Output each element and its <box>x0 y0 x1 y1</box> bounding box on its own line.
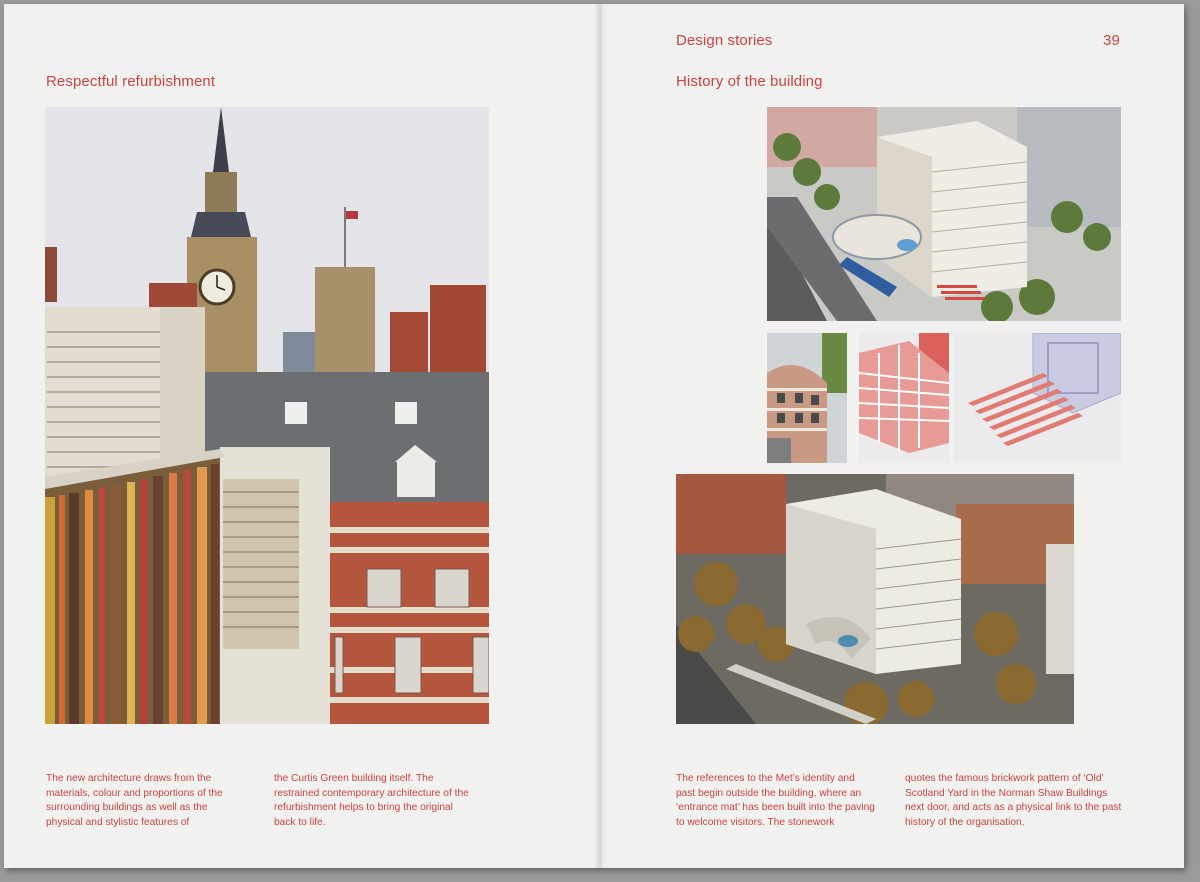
aerial-building-photo <box>676 474 1074 724</box>
right-text-column-2: quotes the famous brickwork pattern of ‘… <box>905 773 1122 828</box>
right-page-heading: History of the building <box>676 73 823 90</box>
right-text-column-1: The references to the Met’s identity and… <box>676 773 875 828</box>
building-rendering-photo <box>767 107 1121 321</box>
left-page-heading: Respectful refurbishment <box>46 73 216 90</box>
section-title: Design stories <box>676 32 773 49</box>
corner-building-photo <box>767 333 847 463</box>
magazine-spread: Respectful refurbishment The new archite… <box>4 4 1184 868</box>
page-gutter <box>594 4 608 868</box>
brick-pattern-diagram <box>859 333 949 463</box>
left-text-column-1: The new architecture draws from the mate… <box>46 773 223 828</box>
left-text-column-2: the Curtis Green building itself. The re… <box>274 773 469 828</box>
entrance-mat-diagram <box>953 333 1121 463</box>
page-number: 39 <box>1103 32 1120 49</box>
big-ben-rooftops-photo <box>45 107 489 724</box>
